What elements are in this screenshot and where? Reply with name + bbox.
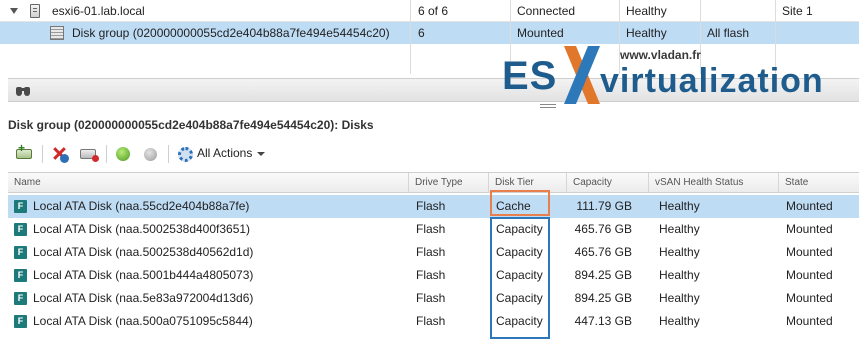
drive-type: Flash <box>416 222 446 236</box>
host-icon <box>30 4 40 18</box>
column-header-name[interactable]: Name <box>8 173 408 193</box>
chevron-down-icon <box>257 151 266 156</box>
disk-state: Mounted <box>786 291 833 305</box>
capacity: 894.25 GB <box>574 268 632 282</box>
disk-state: Mounted <box>786 199 833 213</box>
disk-name: Local ATA Disk (naa.500a0751095c5844) <box>33 314 253 328</box>
table-row[interactable]: F Local ATA Disk (naa.500a0751095c5844) … <box>8 310 859 333</box>
flash-disk-icon: F <box>14 269 27 282</box>
capacity: 111.79 GB <box>576 199 632 213</box>
grid-header: Name Drive Type Disk Tier Capacity vSAN … <box>8 173 859 193</box>
table-footer-strip <box>8 78 859 102</box>
drive-type: Flash <box>416 245 446 259</box>
flash-disk-icon: F <box>14 246 27 259</box>
vsan-health: Healthy <box>659 245 700 259</box>
column-header-state[interactable]: State <box>778 173 859 193</box>
drive-type: Flash <box>416 268 446 282</box>
host-row[interactable]: esxi6-01.lab.local 6 of 6 Connected Heal… <box>0 0 859 22</box>
cache-tier-highlight-box <box>490 190 550 216</box>
host-state: Connected <box>517 4 576 18</box>
drive-type: Flash <box>416 314 446 328</box>
disk-state: Mounted <box>786 245 833 259</box>
remove-icon[interactable] <box>80 149 99 162</box>
table-row[interactable]: F Local ATA Disk (naa.5002538d400f3651) … <box>8 218 859 241</box>
disk-name: Local ATA Disk (naa.5002538d400f3651) <box>33 222 251 236</box>
green-status-icon[interactable] <box>116 147 130 161</box>
column-header-vsan-health-status[interactable]: vSAN Health Status <box>648 173 778 193</box>
disk-group-disks: 6 <box>418 26 425 40</box>
capacity: 447.13 GB <box>574 314 632 328</box>
column-header-capacity[interactable]: Capacity <box>566 173 648 193</box>
host-type <box>701 0 775 22</box>
disk-state: Mounted <box>786 268 833 282</box>
host-fault-domain: Site 1 <box>782 4 813 18</box>
capacity: 465.76 GB <box>574 245 632 259</box>
flash-disk-icon: F <box>14 200 27 213</box>
column-divider <box>510 0 511 74</box>
host-health: Healthy <box>626 4 667 18</box>
table-row[interactable]: F Local ATA Disk (naa.5001b444a4805073) … <box>8 264 859 287</box>
expand-arrow-icon[interactable] <box>10 8 18 14</box>
disk-state: Mounted <box>786 314 833 328</box>
disk-state: Mounted <box>786 222 833 236</box>
disk-name: Local ATA Disk (naa.55cd2e404b88a7fe) <box>33 199 250 213</box>
flash-disk-icon: F <box>14 292 27 305</box>
pane-splitter-handle[interactable] <box>540 104 556 111</box>
vsan-health: Healthy <box>659 291 700 305</box>
column-header-drive-type[interactable]: Drive Type <box>408 173 488 193</box>
vsan-health: Healthy <box>659 314 700 328</box>
disk-group-name: Disk group (020000000055cd2e404b88a7fe49… <box>72 26 390 40</box>
capacity-tier-highlight-box <box>490 217 550 339</box>
disk-group-fault-domain <box>776 22 859 44</box>
host-disks-in-use: 6 of 6 <box>418 4 449 18</box>
disk-name: Local ATA Disk (naa.5002538d40562d1d) <box>33 245 254 259</box>
disk-name: Local ATA Disk (naa.5e83a972004d13d6) <box>33 291 254 305</box>
flash-disk-icon: F <box>14 223 27 236</box>
vsan-health: Healthy <box>659 268 700 282</box>
toolbar-separator <box>42 145 43 163</box>
table-row[interactable]: F Local ATA Disk (naa.5e83a972004d13d6) … <box>8 287 859 310</box>
capacity: 465.76 GB <box>574 222 632 236</box>
disk-group-icon <box>50 26 64 40</box>
info-badge-icon <box>60 154 69 163</box>
capacity: 894.25 GB <box>574 291 632 305</box>
host-name: esxi6-01.lab.local <box>52 4 145 18</box>
disks-grid: Name Drive Type Disk Tier Capacity vSAN … <box>8 172 859 334</box>
disk-group-type: All flash <box>707 26 750 40</box>
binoculars-find-icon[interactable] <box>16 84 30 96</box>
toolbar-separator <box>106 145 107 163</box>
column-divider <box>700 0 701 74</box>
disk-group-row[interactable]: Disk group (020000000055cd2e404b88a7fe49… <box>0 22 859 44</box>
flash-disk-icon: F <box>14 315 27 328</box>
vsan-health: Healthy <box>659 222 700 236</box>
drive-type: Flash <box>416 199 446 213</box>
empty-row <box>0 44 859 74</box>
column-divider <box>410 0 411 74</box>
vsan-health: Healthy <box>659 199 700 213</box>
host-disk-group-table: esxi6-01.lab.local 6 of 6 Connected Heal… <box>0 0 859 76</box>
disk-name: Local ATA Disk (naa.5001b444a4805073) <box>33 268 254 282</box>
table-row[interactable]: F Local ATA Disk (naa.5002538d40562d1d) … <box>8 241 859 264</box>
drive-type: Flash <box>416 291 446 305</box>
add-disk-icon[interactable] <box>16 141 32 159</box>
disk-group-health: Healthy <box>626 26 667 40</box>
column-divider <box>775 0 776 74</box>
section-title: Disk group (020000000055cd2e404b88a7fe49… <box>8 118 374 132</box>
disk-group-state: Mounted <box>517 26 564 40</box>
gray-status-icon[interactable] <box>144 148 157 161</box>
disks-toolbar: All Actions <box>8 140 859 168</box>
all-actions-label: All Actions <box>197 146 253 160</box>
all-actions-menu[interactable]: All Actions <box>197 146 266 160</box>
column-divider <box>619 0 620 74</box>
gear-icon[interactable] <box>178 147 193 162</box>
toolbar-separator <box>168 145 169 163</box>
table-row[interactable]: F Local ATA Disk (naa.55cd2e404b88a7fe) … <box>8 195 859 218</box>
